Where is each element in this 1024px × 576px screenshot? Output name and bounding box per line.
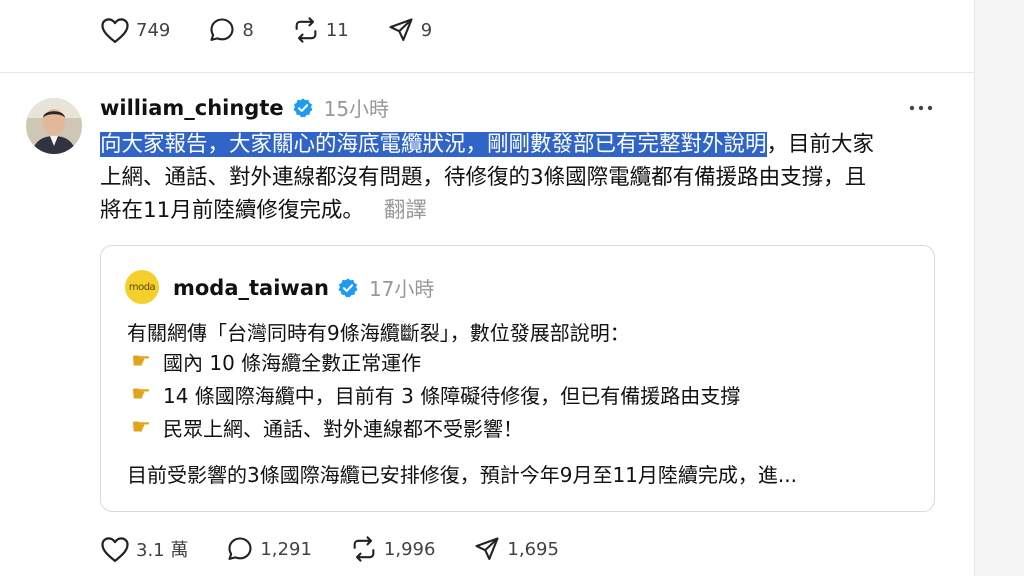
comment-bubble-icon — [210, 18, 234, 41]
post-timestamp[interactable]: 15小時 — [324, 93, 389, 122]
quoted-avatar-text: moda — [128, 281, 156, 293]
translate-link[interactable]: 翻譯 — [384, 198, 427, 223]
verified-badge-icon — [338, 277, 358, 297]
like-button[interactable]: 3.1 萬 — [100, 535, 188, 563]
quoted-post-card[interactable]: moda moda_taiwan 17小時 有關網傳「台灣同時有9條海纜斷裂」，… — [100, 245, 935, 512]
comment-button[interactable]: 8 — [208, 16, 254, 44]
more-options-button[interactable] — [906, 96, 936, 120]
quoted-avatar[interactable]: moda — [125, 270, 159, 304]
post-text-line-3: 將在11月前陸續修復完成。 翻譯 — [100, 194, 940, 227]
like-count: 3.1 萬 — [136, 540, 189, 561]
username[interactable]: william_chingte — [100, 96, 284, 120]
send-icon — [389, 18, 413, 41]
heart-icon — [101, 537, 129, 562]
quoted-post-header: moda_taiwan 17小時 — [173, 273, 434, 302]
comment-count: 8 — [242, 19, 254, 41]
post-body: 向大家報告，大家關心的海底電纜狀況，剛剛數發部已有完整對外說明，目前大家 上網、… — [100, 128, 940, 227]
post-text-line-2: 上網、通話、對外連線都沒有問題，待修復的3條國際電纜都有備援路由支撐，且 — [100, 165, 867, 190]
pointing-hand-icon: ☛ — [131, 382, 151, 407]
pointing-hand-icon: ☛ — [131, 349, 151, 374]
scrollbar-gutter[interactable] — [974, 0, 1024, 576]
like-button[interactable]: 749 — [100, 16, 170, 44]
quoted-timestamp[interactable]: 17小時 — [369, 273, 434, 302]
repost-icon — [353, 536, 375, 562]
share-button[interactable]: 1,695 — [473, 535, 559, 563]
send-icon — [475, 537, 499, 560]
verified-badge-icon — [293, 97, 313, 117]
quoted-line-intro: 有關網傳「台灣同時有9條海纜斷裂」，數位發展部說明： — [127, 321, 630, 345]
comment-count: 1,291 — [260, 538, 312, 560]
quoted-bullet-text: 國內 10 條海纜全數正常運作 — [163, 351, 422, 375]
comment-bubble-icon — [228, 537, 252, 560]
post-divider — [0, 72, 974, 73]
repost-icon — [295, 17, 317, 43]
selected-text: 向大家報告，大家關心的海底電纜狀況，剛剛數發部已有完整對外說明 — [100, 132, 767, 157]
quoted-username[interactable]: moda_taiwan — [173, 276, 329, 300]
post-text-line-1: 向大家報告，大家關心的海底電纜狀況，剛剛數發部已有完整對外說明，目前大家 — [100, 128, 940, 161]
post-text-line-1-rest: ，目前大家 — [766, 132, 875, 157]
share-button[interactable]: 9 — [387, 16, 432, 44]
post-actions: 3.1 萬 1,291 1,996 1,695 — [100, 535, 597, 563]
more-dots-icon — [909, 105, 933, 111]
post-header: william_chingte 15小時 — [100, 93, 389, 122]
quoted-line-last: 目前受影響的3條國際海纜已安排修復，預計今年9月至11月陸續完成，進... — [127, 463, 797, 487]
avatar[interactable] — [26, 98, 82, 154]
repost-count: 1,996 — [383, 538, 436, 560]
like-count: 749 — [136, 19, 171, 41]
post-text-line-3-text: 將在11月前陸續修復完成。 — [100, 198, 364, 223]
quoted-bullet-text: 民眾上網、通話、對外連線都不受影響！ — [163, 417, 523, 441]
repost-button[interactable]: 1,996 — [350, 535, 436, 563]
share-count: 1,695 — [507, 538, 559, 560]
previous-post-actions: 749 8 11 9 — [100, 16, 470, 44]
repost-count: 11 — [325, 19, 349, 41]
share-count: 9 — [420, 19, 433, 41]
repost-button[interactable]: 11 — [292, 16, 349, 44]
quoted-bullet-3: ☛ 民眾上網、通話、對外連線都不受影響！ — [127, 413, 523, 442]
comment-button[interactable]: 1,291 — [226, 535, 312, 563]
heart-icon — [101, 18, 129, 43]
pointing-hand-icon: ☛ — [131, 415, 151, 440]
quoted-bullet-text: 14 條國際海纜中，目前有 3 條障礙待修復，但已有備援路由支撐 — [163, 384, 741, 408]
quoted-bullet-1: ☛ 國內 10 條海纜全數正常運作 — [127, 347, 421, 376]
quoted-bullet-2: ☛ 14 條國際海纜中，目前有 3 條障礙待修復，但已有備援路由支撐 — [127, 380, 740, 409]
